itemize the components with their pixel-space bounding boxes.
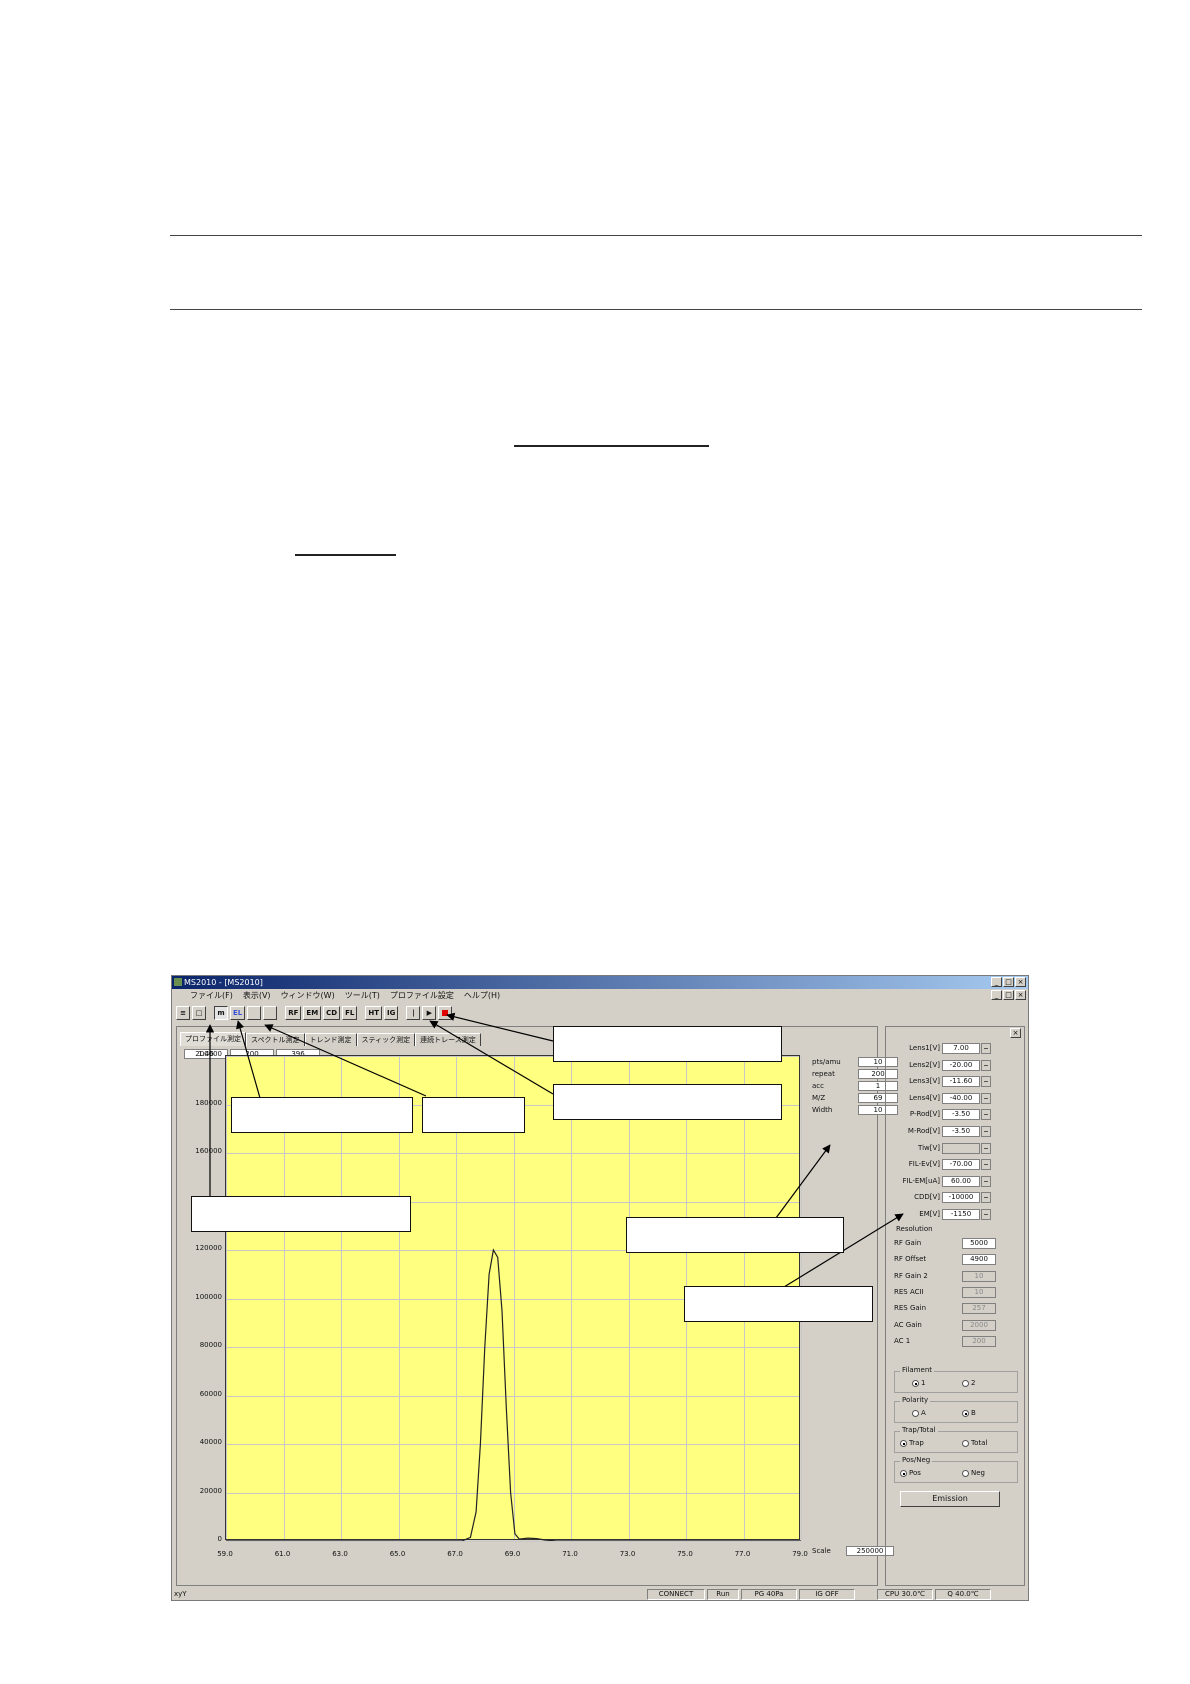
callout-box-scan-params: [626, 1217, 844, 1253]
callout-arrows: [205, 1012, 904, 1288]
arrow-tab-spectrum: [264, 1024, 427, 1097]
callout-box-profile: [191, 1196, 411, 1232]
arrow-el: [236, 1020, 261, 1099]
arrow-stop: [446, 1012, 554, 1042]
arrow-scan-params: [772, 1144, 831, 1223]
callout-box-tab: [422, 1097, 525, 1133]
callout-box-start: [553, 1084, 782, 1120]
arrow-start: [429, 1020, 554, 1095]
callout-box-el: [231, 1097, 413, 1133]
callout-box-stop: [553, 1026, 782, 1062]
callout-box-control-panel: [684, 1286, 873, 1322]
